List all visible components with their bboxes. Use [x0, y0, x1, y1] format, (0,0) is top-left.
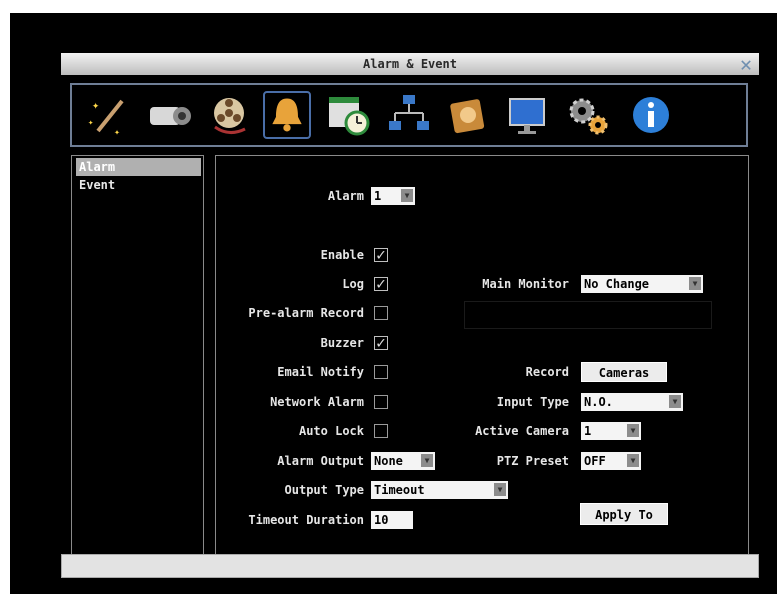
chevron-down-icon: ▼ — [627, 454, 639, 467]
close-icon[interactable]: ✕ — [736, 54, 756, 74]
timeout-duration-label: Timeout Duration — [248, 513, 364, 527]
window-title: Alarm & Event — [363, 57, 457, 71]
camera-icon[interactable] — [146, 91, 194, 139]
alarm-output-select[interactable]: None ▼ — [371, 452, 435, 470]
chevron-down-icon: ▼ — [669, 395, 681, 408]
auto-lock-label: Auto Lock — [298, 424, 364, 438]
input-type-label: Input Type — [496, 395, 569, 409]
alarm-value: 1 — [374, 189, 382, 203]
book-icon[interactable] — [444, 91, 492, 139]
alarm-settings-panel: Alarm 1 ▼ Enable ✓ Log ✓ Pre-alarm Recor… — [215, 155, 749, 575]
chevron-down-icon: ▼ — [494, 483, 506, 496]
network-alarm-label: Network Alarm — [270, 395, 364, 409]
alarm-label: Alarm — [327, 189, 364, 203]
log-checkbox[interactable]: ✓ — [374, 276, 388, 292]
alarm-output-value: None — [374, 454, 403, 468]
input-type-select[interactable]: N.O. ▼ — [581, 393, 683, 411]
main-monitor-value: No Change — [584, 277, 650, 291]
apply-to-button[interactable]: Apply To — [580, 503, 668, 525]
network-icon[interactable] — [385, 91, 433, 139]
sidebar-item-event[interactable]: Event — [76, 176, 201, 194]
enable-label: Enable — [320, 248, 364, 262]
sidebar-item-alarm[interactable]: Alarm — [76, 158, 201, 176]
record-cameras-button[interactable]: Cameras — [581, 362, 667, 382]
active-camera-select[interactable]: 1 ▼ — [581, 422, 641, 440]
ptz-preset-value: OFF — [584, 454, 606, 468]
input-type-value: N.O. — [584, 395, 613, 409]
gears-icon[interactable] — [564, 91, 612, 139]
monitor-icon[interactable] — [504, 91, 552, 139]
bell-icon — [272, 98, 302, 132]
buzzer-checkbox[interactable]: ✓ — [374, 335, 388, 351]
ptz-preset-select[interactable]: OFF ▼ — [581, 452, 641, 470]
prealarm-label: Pre-alarm Record — [248, 306, 364, 320]
sidebar: Alarm Event — [71, 155, 204, 575]
wand-icon[interactable]: ✦ ✦ ✦ — [86, 91, 134, 139]
chevron-down-icon: ▼ — [627, 424, 639, 437]
screen-background: Alarm & Event ✕ ✦ ✦ ✦ Alarm Event Alarm … — [10, 13, 777, 594]
svg-text:✦: ✦ — [88, 118, 94, 128]
main-monitor-select[interactable]: No Change ▼ — [581, 275, 703, 293]
log-label: Log — [342, 277, 364, 291]
main-monitor-label: Main Monitor — [482, 277, 569, 291]
toolbar: ✦ ✦ ✦ — [70, 83, 748, 147]
record-label: Record — [525, 365, 569, 379]
enable-checkbox[interactable]: ✓ — [374, 247, 388, 263]
film-reel-icon[interactable] — [205, 91, 253, 139]
ptz-preset-label: PTZ Preset — [496, 454, 569, 468]
buzzer-label: Buzzer — [320, 336, 364, 350]
auto-lock-checkbox[interactable] — [374, 424, 388, 438]
alarm-event-window: Alarm & Event ✕ ✦ ✦ ✦ Alarm Event Alarm … — [61, 53, 759, 583]
email-notify-checkbox[interactable] — [374, 365, 388, 379]
svg-text:✦: ✦ — [114, 127, 120, 138]
svg-text:✦: ✦ — [92, 98, 99, 112]
output-type-select[interactable]: Timeout ▼ — [371, 481, 508, 499]
network-alarm-checkbox[interactable] — [374, 395, 388, 409]
chevron-down-icon: ▼ — [421, 454, 433, 467]
status-bar — [61, 554, 759, 578]
active-camera-label: Active Camera — [475, 424, 569, 438]
window-titlebar: Alarm & Event ✕ — [61, 53, 759, 75]
output-type-label: Output Type — [284, 483, 364, 497]
bell-button[interactable] — [263, 91, 311, 139]
schedule-icon[interactable] — [325, 91, 373, 139]
email-notify-label: Email Notify — [277, 365, 364, 379]
timeout-duration-value: 10 — [374, 513, 389, 527]
chevron-down-icon: ▼ — [689, 277, 701, 290]
active-camera-value: 1 — [584, 424, 592, 438]
chevron-down-icon: ▼ — [401, 189, 413, 202]
alarm-output-label: Alarm Output — [277, 454, 364, 468]
output-type-value: Timeout — [374, 483, 425, 497]
timeout-duration-input[interactable]: 10 — [371, 511, 413, 529]
info-icon[interactable] — [627, 91, 675, 139]
monitor-preview-area — [464, 301, 712, 329]
alarm-select[interactable]: 1 ▼ — [371, 187, 415, 205]
prealarm-checkbox[interactable] — [374, 306, 388, 320]
